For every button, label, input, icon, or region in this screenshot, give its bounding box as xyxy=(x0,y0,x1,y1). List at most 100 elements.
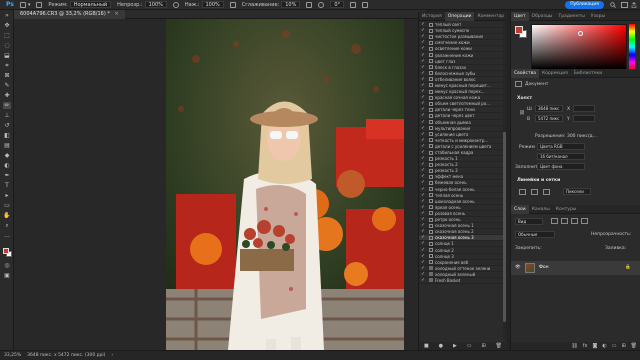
dialog-toggle-icon[interactable] xyxy=(427,217,435,222)
tab-gradients[interactable]: Градиенты xyxy=(556,12,588,21)
hue-slider[interactable] xyxy=(629,24,635,70)
screen-mode-icon[interactable]: ▣ xyxy=(3,272,11,279)
y-field[interactable] xyxy=(573,115,595,122)
dialog-toggle-icon[interactable] xyxy=(427,223,435,228)
dialog-toggle-icon[interactable] xyxy=(427,174,435,179)
adjustment-layer-icon[interactable]: ◐ xyxy=(602,343,606,349)
dialog-toggle-icon[interactable] xyxy=(427,89,435,94)
dialog-toggle-icon[interactable] xyxy=(427,168,435,173)
collapse-toolbar-icon[interactable]: » xyxy=(3,12,11,19)
check-icon[interactable]: ✓ xyxy=(419,260,427,265)
frame-tool-icon[interactable]: ⊠ xyxy=(3,72,11,79)
dodge-tool-icon[interactable]: ◐ xyxy=(3,162,11,169)
dialog-toggle-icon[interactable] xyxy=(427,254,435,259)
check-icon[interactable]: ✓ xyxy=(419,71,427,76)
dialog-toggle-icon[interactable] xyxy=(427,211,435,216)
dialog-toggle-icon[interactable] xyxy=(427,83,435,88)
dialog-toggle-icon[interactable] xyxy=(427,235,435,240)
document-tab[interactable]: 6004A796.CR3 @ 33,2% (RGB/16) * × xyxy=(14,10,125,19)
layer-filter-select[interactable]: Вид xyxy=(515,218,543,225)
record-icon[interactable]: ● xyxy=(439,343,443,349)
dialog-toggle-icon[interactable] xyxy=(427,132,435,137)
check-icon[interactable]: ✓ xyxy=(419,193,427,198)
new-layer-icon[interactable]: ⊞ xyxy=(621,343,625,349)
dialog-toggle-icon[interactable] xyxy=(427,180,435,185)
units-select[interactable]: Пиксели xyxy=(563,188,591,195)
check-icon[interactable]: ✓ xyxy=(419,120,427,125)
zoom-tool-icon[interactable]: ⌕ xyxy=(3,222,11,229)
foreground-color-chip[interactable] xyxy=(515,26,523,34)
check-icon[interactable]: ✓ xyxy=(419,266,427,271)
dialog-toggle-icon[interactable] xyxy=(427,199,435,204)
color-picker-marker[interactable] xyxy=(578,31,583,36)
dialog-toggle-icon[interactable] xyxy=(427,65,435,70)
healing-brush-tool-icon[interactable]: ✚ xyxy=(3,92,11,99)
layer-name[interactable]: Фон xyxy=(539,265,549,270)
check-icon[interactable]: ✓ xyxy=(419,77,427,82)
check-icon[interactable]: ✓ xyxy=(419,46,427,51)
dialog-toggle-icon[interactable] xyxy=(427,162,435,167)
check-icon[interactable]: ✓ xyxy=(419,138,427,143)
smoothing-options-icon[interactable] xyxy=(306,1,313,8)
path-select-tool-icon[interactable]: ▸ xyxy=(3,192,11,199)
history-brush-tool-icon[interactable]: ↺ xyxy=(3,122,11,129)
check-icon[interactable]: ✓ xyxy=(419,22,427,27)
check-icon[interactable]: ✓ xyxy=(419,235,427,240)
check-icon[interactable]: ✓ xyxy=(419,59,427,64)
eyedropper-tool-icon[interactable]: ✎ xyxy=(3,82,11,89)
dialog-toggle-icon[interactable] xyxy=(427,28,435,33)
link-layers-icon[interactable]: ⛓ xyxy=(571,343,577,349)
dialog-toggle-icon[interactable] xyxy=(427,241,435,246)
tab-libraries[interactable]: Библиотеки xyxy=(571,69,605,78)
tab-comments[interactable]: Комментар xyxy=(474,12,507,21)
actions-scroll-thumb[interactable] xyxy=(503,132,506,322)
tab-swatches[interactable]: Образцы xyxy=(529,12,556,21)
check-icon[interactable]: ✓ xyxy=(419,187,427,192)
dialog-toggle-icon[interactable] xyxy=(427,71,435,76)
dialog-toggle-icon[interactable] xyxy=(427,22,435,27)
filter-shape-icon[interactable] xyxy=(581,218,588,224)
link-icon[interactable]: ⛓ xyxy=(519,111,525,116)
dialog-toggle-icon[interactable] xyxy=(427,95,435,100)
check-icon[interactable]: ✓ xyxy=(419,205,427,210)
dialog-toggle-icon[interactable] xyxy=(427,101,435,106)
check-icon[interactable]: ✓ xyxy=(419,168,427,173)
tab-color[interactable]: Цвет xyxy=(511,12,529,21)
lasso-tool-icon[interactable]: ◌ xyxy=(3,42,11,49)
ps-home-icon[interactable]: Ps xyxy=(6,1,14,8)
pen-tool-icon[interactable]: ✒ xyxy=(3,172,11,179)
check-icon[interactable]: ✓ xyxy=(419,65,427,70)
check-icon[interactable]: ✓ xyxy=(419,150,427,155)
grid-icon[interactable] xyxy=(531,189,538,195)
search-icon[interactable] xyxy=(610,2,616,8)
tab-history[interactable]: История xyxy=(419,12,445,21)
check-icon[interactable]: ✓ xyxy=(419,272,427,277)
brush-preset-picker[interactable]: ▾ xyxy=(19,1,30,8)
filter-type-icon[interactable] xyxy=(571,218,578,224)
folder-icon[interactable] xyxy=(427,266,435,271)
check-icon[interactable]: ✓ xyxy=(419,95,427,100)
dialog-toggle-icon[interactable] xyxy=(427,205,435,210)
more-tools-icon[interactable]: ··· xyxy=(3,234,11,241)
tab-patterns[interactable]: Узоры xyxy=(588,12,608,21)
dialog-toggle-icon[interactable] xyxy=(427,156,435,161)
x-field[interactable] xyxy=(573,105,595,112)
check-icon[interactable]: ✓ xyxy=(419,174,427,179)
mode-select[interactable]: Цвета RGB xyxy=(537,143,585,150)
check-icon[interactable]: ✓ xyxy=(419,156,427,161)
blur-tool-icon[interactable]: ◆ xyxy=(3,152,11,159)
dialog-toggle-icon[interactable] xyxy=(427,229,435,234)
guides-icon[interactable] xyxy=(543,189,550,195)
check-icon[interactable]: ✓ xyxy=(419,278,427,283)
dialog-toggle-icon[interactable] xyxy=(427,248,435,253)
bit-depth-select[interactable]: 16 бит/канал xyxy=(537,153,585,160)
check-icon[interactable]: ✓ xyxy=(419,89,427,94)
tab-adjustments[interactable]: Коррекция xyxy=(539,69,571,78)
check-icon[interactable]: ✓ xyxy=(419,34,427,39)
dialog-toggle-icon[interactable] xyxy=(427,144,435,149)
marquee-tool-icon[interactable]: ⬚ xyxy=(3,32,11,39)
flow-field[interactable]: 100% xyxy=(201,1,224,8)
check-icon[interactable]: ✓ xyxy=(419,180,427,185)
check-icon[interactable]: ✓ xyxy=(419,211,427,216)
check-icon[interactable]: ✓ xyxy=(419,144,427,149)
